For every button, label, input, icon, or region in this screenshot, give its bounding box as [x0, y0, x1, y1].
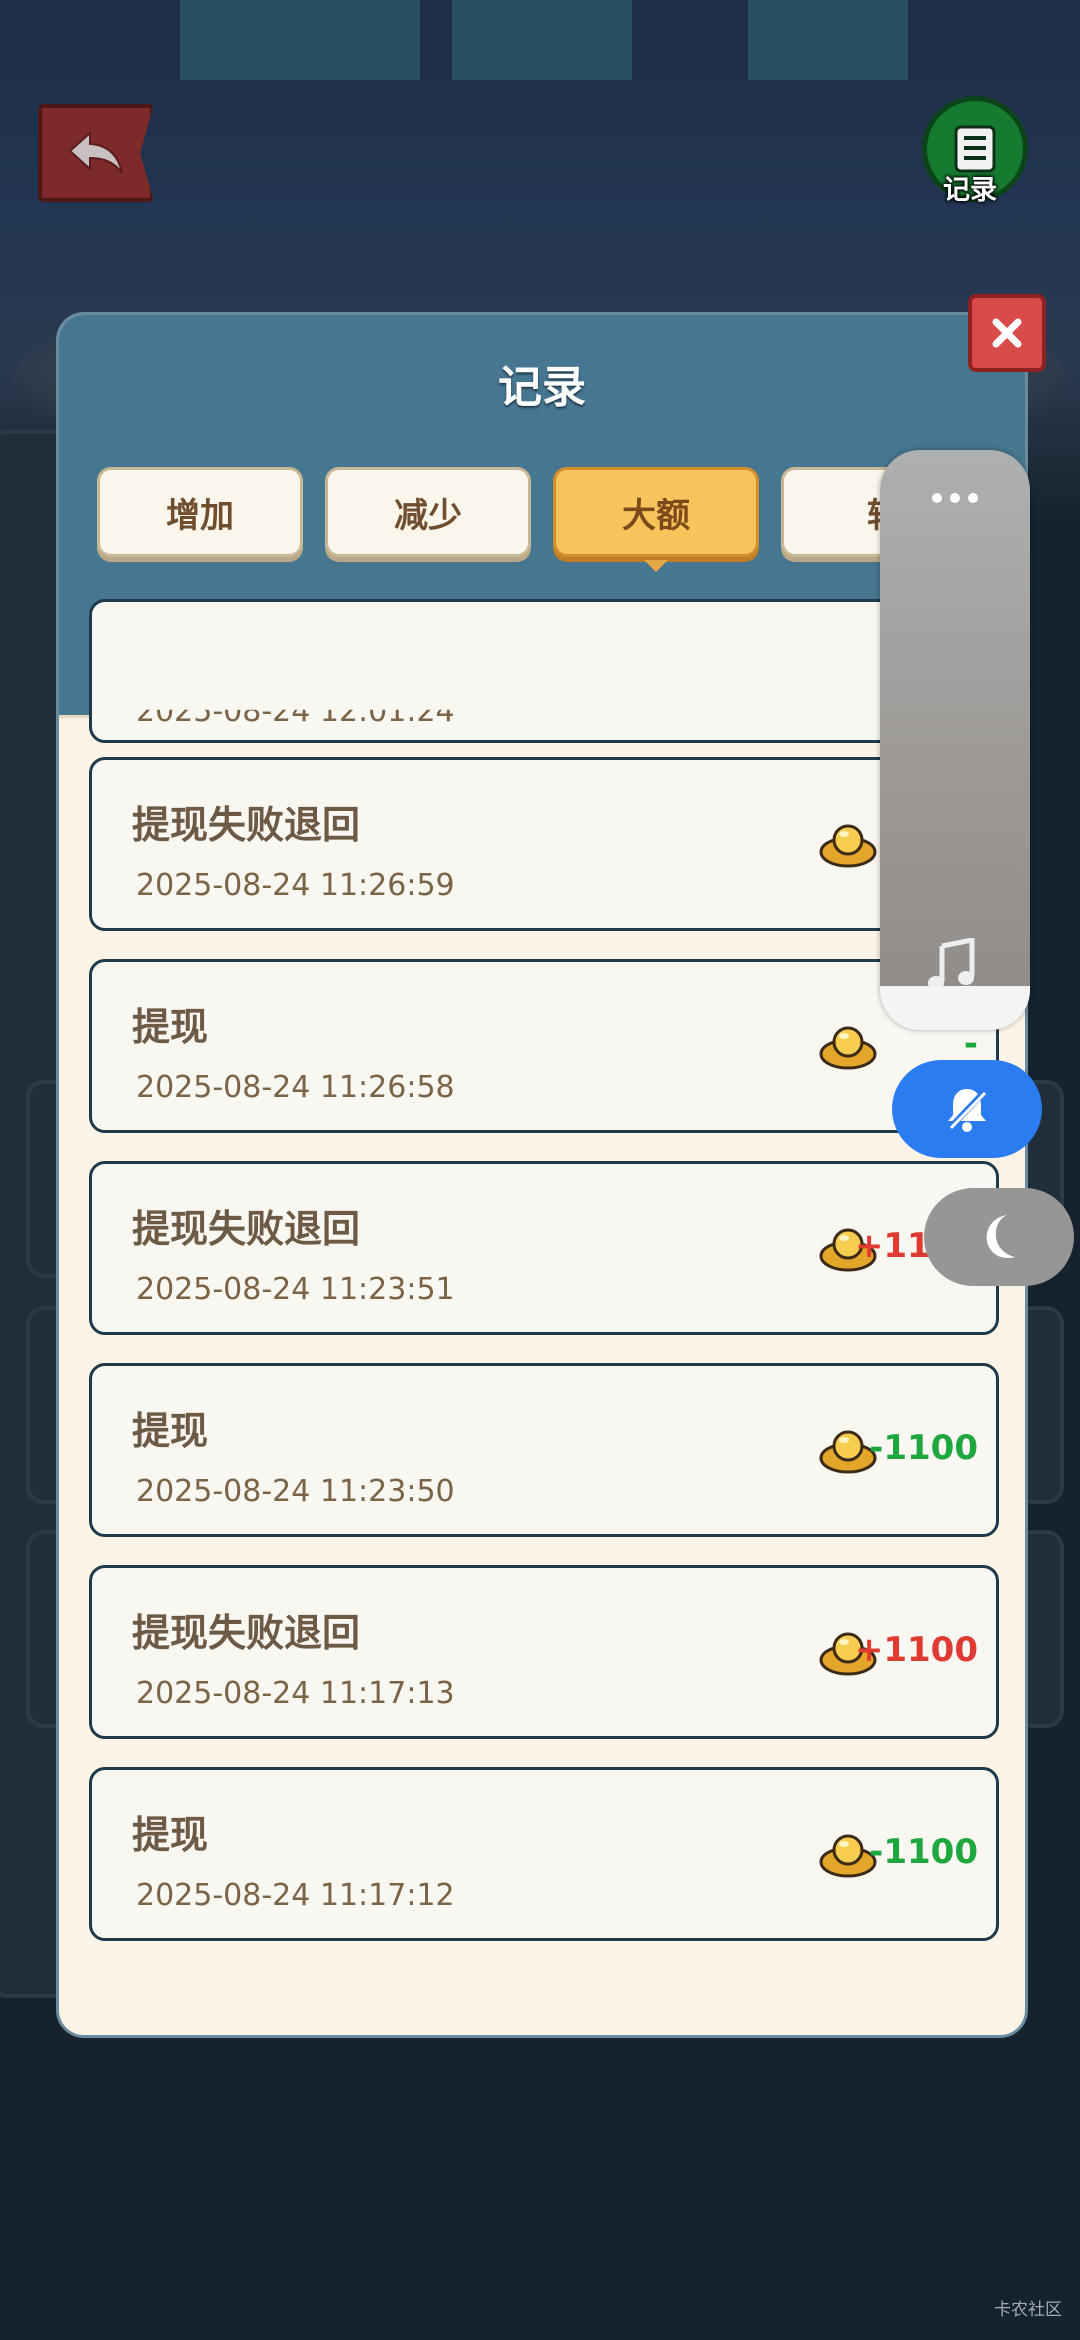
- moon-icon: [986, 1215, 1015, 1259]
- list-item: 提现失败退回 2025-08-24 11:26:59: [89, 757, 999, 931]
- gold-ingot-icon: [819, 824, 877, 868]
- tab-decrease[interactable]: 减少: [325, 467, 531, 557]
- background-window: [180, 0, 420, 80]
- back-arrow-icon: [68, 130, 123, 174]
- mute-button[interactable]: [892, 1060, 1042, 1158]
- more-dots-icon[interactable]: [927, 488, 983, 508]
- list-item: 提现 2025-08-24 11:26:58 -: [89, 959, 999, 1133]
- record-time: 2025-08-24 11:26:59: [136, 868, 455, 903]
- music-note-icon[interactable]: [926, 938, 978, 992]
- close-button[interactable]: [968, 294, 1046, 372]
- record-time: 2025-08-24 11:23:50: [136, 1474, 455, 1509]
- tab-increase[interactable]: 增加: [97, 467, 303, 557]
- tab-large-amount[interactable]: 大额: [553, 467, 759, 572]
- close-icon: [992, 318, 1022, 348]
- record-time: 2025-08-24 11:17:12: [136, 1878, 455, 1913]
- record-time: 2025-08-24 11:17:13: [136, 1676, 455, 1711]
- list-item: 提现失败退回 2025-08-24 11:17:13 +1100: [89, 1565, 999, 1739]
- gold-ingot-icon: [819, 1026, 877, 1070]
- background-window: [748, 0, 908, 80]
- record-amount: -1100: [869, 1832, 978, 1872]
- night-mode-button[interactable]: [924, 1188, 1074, 1286]
- background-window: [452, 0, 632, 80]
- record-title: 提现: [132, 1005, 209, 1049]
- list-item: 提现 2025-08-24 11:17:12 -1100: [89, 1767, 999, 1941]
- record-amount: +1100: [854, 1630, 978, 1670]
- dialog-title: 记录: [498, 362, 586, 413]
- record-title: 提现失败退回: [132, 1611, 361, 1655]
- record-title: 提现失败退回: [132, 1207, 361, 1251]
- record-title: 提现: [132, 1813, 209, 1857]
- record-amount: -: [963, 1024, 978, 1064]
- record-time: 2025-08-24 11:23:51: [136, 1272, 455, 1307]
- notebook-icon: [954, 125, 996, 173]
- toolbar-footer: [880, 986, 1030, 1030]
- record-amount: -1100: [869, 1428, 978, 1468]
- record-title: 提现失败退回: [132, 803, 361, 847]
- bell-off-icon: [946, 1088, 988, 1132]
- record-button-label: 记录: [943, 175, 997, 206]
- record-title: 提现: [132, 1409, 209, 1453]
- watermark: 卡农社区: [994, 2300, 1062, 2320]
- back-button[interactable]: [38, 104, 154, 202]
- list-item: 提现 2025-08-24 11:23:50 -1100: [89, 1363, 999, 1537]
- floating-toolbar[interactable]: [880, 450, 1030, 1030]
- record-time: 2025-08-24 12:01:24: [136, 694, 455, 729]
- list-item: 提现失败退回 2025-08-24 11:23:51 +1100: [89, 1161, 999, 1335]
- list-item: 2025-08-24 12:01:24: [89, 599, 999, 743]
- record-time: 2025-08-24 11:26:58: [136, 1070, 455, 1105]
